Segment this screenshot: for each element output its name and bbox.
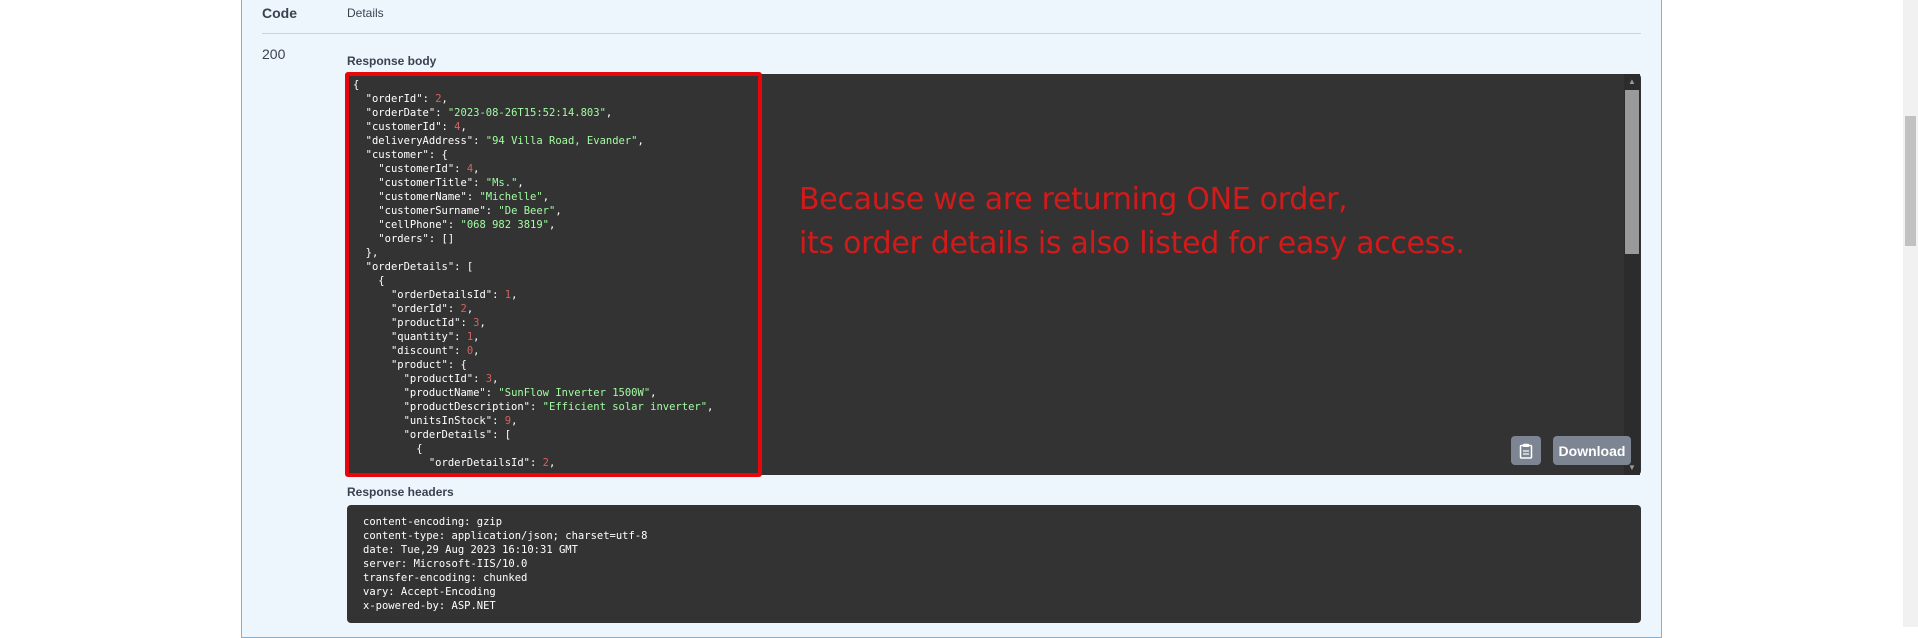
download-button[interactable]: Download xyxy=(1553,436,1631,465)
header-divider xyxy=(262,33,1641,34)
details-column-header: Details xyxy=(347,6,384,20)
header-line: content-encoding: gzip xyxy=(363,516,503,528)
clipboard-icon xyxy=(1519,443,1533,459)
header-line: content-type: application/json; charset=… xyxy=(363,530,648,542)
response-body-label: Response body xyxy=(347,54,437,68)
response-headers[interactable]: content-encoding: gzip content-type: appl… xyxy=(347,505,1641,623)
status-code: 200 xyxy=(262,46,286,62)
code-column-header: Code xyxy=(262,5,297,21)
scrollbar-thumb[interactable] xyxy=(1625,90,1639,254)
page-scrollbar[interactable] xyxy=(1903,0,1918,627)
arrow-up-icon[interactable]: ▲ xyxy=(1626,76,1638,88)
header-line: date: Tue,29 Aug 2023 16:10:31 GMT xyxy=(363,544,578,556)
response-headers-text[interactable]: content-encoding: gzip content-type: appl… xyxy=(363,515,647,613)
response-headers-label: Response headers xyxy=(347,485,454,499)
annotation-line-1: Because we are returning ONE order, xyxy=(799,182,1348,217)
header-line: x-powered-by: ASP.NET xyxy=(363,600,496,612)
highlight-box xyxy=(345,72,762,477)
header-line: vary: Accept-Encoding xyxy=(363,586,496,598)
header-line: server: Microsoft-IIS/10.0 xyxy=(363,558,528,570)
copy-button[interactable] xyxy=(1511,436,1541,465)
header-line: transfer-encoding: chunked xyxy=(363,572,528,584)
page-scrollbar-thumb[interactable] xyxy=(1905,116,1916,246)
annotation-line-2: its order details is also listed for eas… xyxy=(799,226,1465,261)
